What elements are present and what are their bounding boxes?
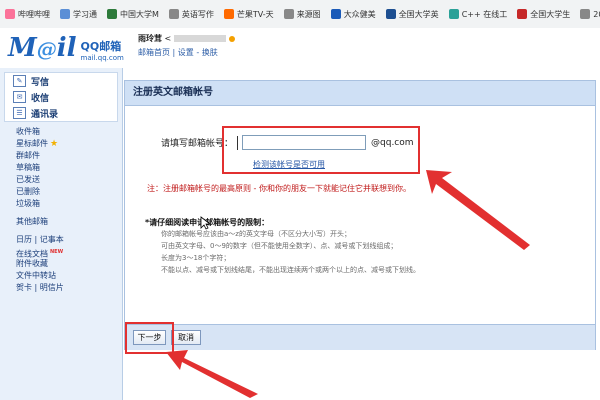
- annotation-arrow-input: [426, 170, 530, 250]
- annotation-arrow-next: [166, 350, 258, 398]
- annotation-arrows: [166, 170, 530, 398]
- mouse-cursor-icon: [200, 216, 210, 230]
